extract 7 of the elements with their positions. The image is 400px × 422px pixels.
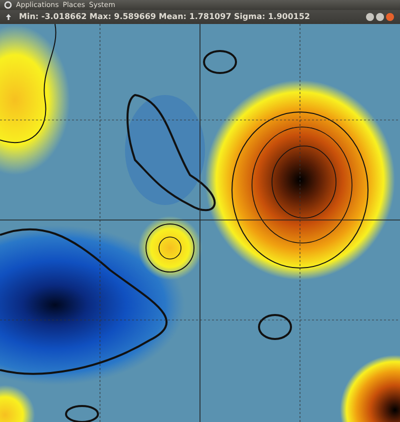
minimize-button[interactable] — [366, 13, 374, 21]
logo-icon — [4, 1, 12, 9]
maximize-button[interactable] — [376, 13, 384, 21]
close-button[interactable] — [386, 13, 394, 21]
window-title: Min: -3.018662 Max: 9.589669 Mean: 1.781097 Sigma: 1.900152 — [19, 13, 310, 21]
window-menu-icon[interactable] — [6, 14, 11, 20]
contour-line — [65, 405, 99, 422]
